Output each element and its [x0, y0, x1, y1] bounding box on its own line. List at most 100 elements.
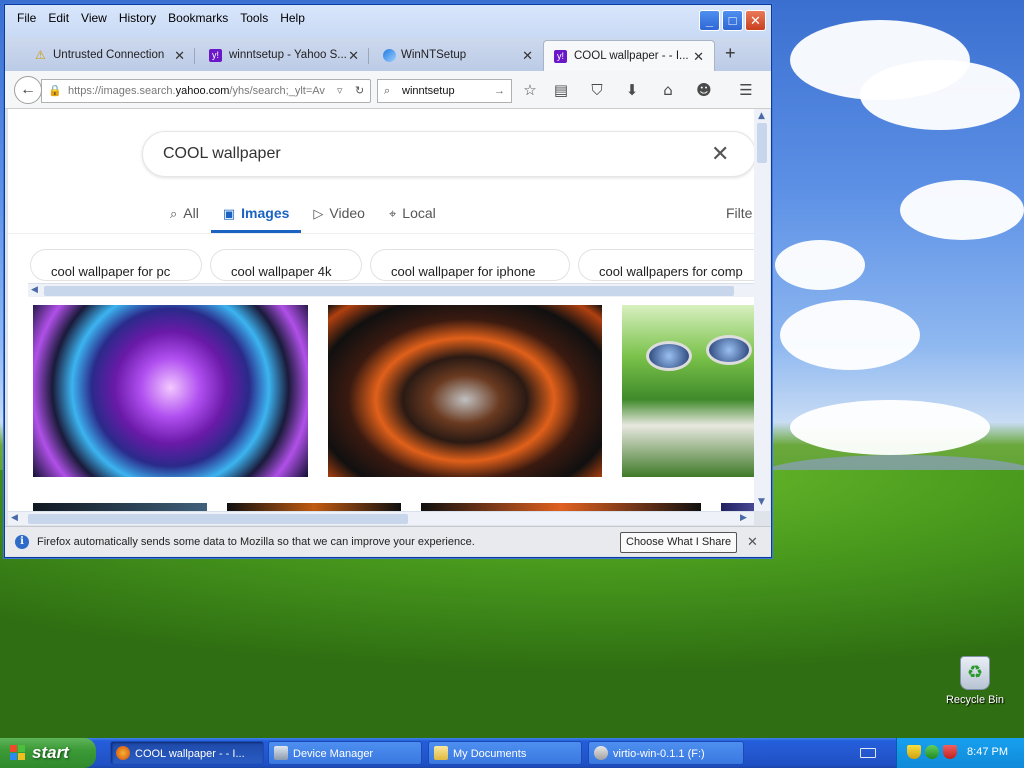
warning-icon: ⚠ — [35, 48, 46, 62]
filter-button[interactable]: Filte — [726, 205, 752, 221]
taskbar: start COOL wallpaper - - I... Device Man… — [0, 738, 1024, 768]
taskbar-button-label: Device Manager — [293, 748, 374, 760]
new-tab-button[interactable]: + — [725, 43, 736, 64]
suggestion-chip[interactable]: cool wallpapers for comp — [578, 249, 754, 281]
tab-label: All — [183, 205, 199, 221]
menu-view[interactable]: View — [75, 11, 113, 25]
url-dropdown-icon[interactable]: ▿ — [334, 80, 346, 102]
scrollbar-thumb[interactable] — [28, 514, 408, 524]
image-result[interactable] — [33, 503, 207, 511]
tab-close-icon[interactable]: ✕ — [522, 40, 533, 71]
image-result-purple-swirl[interactable] — [33, 305, 308, 477]
system-tray: 8:47 PM — [896, 738, 1024, 768]
chips-scrollbar[interactable]: ◀ — [28, 283, 754, 297]
suggestion-chip[interactable]: cool wallpaper for iphone — [370, 249, 570, 281]
vertical-scrollbar[interactable]: ▲ ▼ — [754, 109, 770, 511]
downloads-icon[interactable]: ⬇ — [623, 81, 641, 99]
home-icon[interactable]: ⌂ — [659, 81, 677, 99]
taskbar-button-virtio-drive[interactable]: virtio-win-0.1.1 (F:) — [588, 741, 744, 765]
search-bar-value: winntsetup — [402, 85, 455, 97]
bookmark-star-icon[interactable]: ☆ — [521, 81, 539, 99]
menu-help[interactable]: Help — [274, 11, 311, 25]
clear-search-icon[interactable]: ✕ — [711, 132, 729, 176]
close-window-button[interactable]: ✕ — [745, 10, 766, 31]
image-result[interactable] — [421, 503, 701, 511]
url-bar[interactable]: 🔒 https://images.search.yahoo.com/yhs/se… — [41, 79, 371, 103]
drive-icon — [594, 746, 608, 760]
cloud — [780, 300, 920, 370]
taskbar-button-firefox[interactable]: COOL wallpaper - - I... — [110, 741, 264, 765]
cloud — [900, 180, 1024, 240]
maximize-button[interactable]: □ — [722, 10, 743, 31]
search-bar[interactable]: ⌕ winntsetup → — [377, 79, 512, 103]
menu-file[interactable]: File — [11, 11, 42, 25]
menu-tools[interactable]: Tools — [234, 11, 274, 25]
navigation-toolbar: 🔒 https://images.search.yahoo.com/yhs/se… — [5, 71, 771, 109]
image-result[interactable] — [227, 503, 401, 511]
minimize-icon: _ — [705, 13, 714, 28]
recycle-bin[interactable]: Recycle Bin — [944, 656, 1006, 706]
menu-history[interactable]: History — [113, 11, 162, 25]
open-menu-icon[interactable]: ☰ — [737, 81, 755, 99]
taskbar-button-device-manager[interactable]: Device Manager — [268, 741, 422, 765]
tab-all[interactable]: ⌕ All — [158, 199, 211, 233]
scroll-up-icon[interactable]: ▲ — [758, 111, 765, 121]
maximize-icon: □ — [728, 13, 737, 28]
scrollbar-thumb[interactable] — [44, 286, 734, 296]
scroll-right-icon[interactable]: ▶ — [740, 513, 747, 523]
menu-bookmarks[interactable]: Bookmarks — [162, 11, 234, 25]
bookmarks-menu-icon[interactable]: ▤ — [552, 81, 570, 99]
keyboard-icon[interactable] — [860, 748, 876, 758]
tab-local[interactable]: ⌖ Local — [377, 199, 448, 233]
pocket-icon[interactable]: ⛉ — [588, 81, 606, 99]
minimize-button[interactable]: _ — [699, 10, 720, 31]
yahoo-icon: y! — [209, 49, 222, 62]
suggestion-chip[interactable]: cool wallpaper for pc — [30, 249, 202, 281]
scroll-left-icon[interactable]: ◀ — [11, 513, 18, 523]
back-button[interactable]: ← — [14, 76, 42, 104]
tab-close-icon[interactable]: ✕ — [348, 40, 359, 71]
image-result[interactable] — [721, 503, 754, 511]
close-icon: ✕ — [750, 13, 761, 28]
tab-video[interactable]: ▷ Video — [301, 199, 377, 233]
play-icon: ▷ — [313, 207, 324, 222]
page-search-input[interactable]: COOL wallpaper ✕ — [142, 131, 754, 177]
choose-what-i-share-button[interactable]: Choose What I Share — [620, 532, 738, 553]
network-icon[interactable] — [925, 745, 939, 759]
tab-label: Images — [241, 205, 290, 221]
scroll-down-icon[interactable]: ▼ — [758, 497, 765, 507]
tab-strip: ⚠ Untrusted Connection ✕ y! winntsetup -… — [5, 37, 771, 71]
tab-images[interactable]: ▣ Images — [210, 199, 302, 233]
start-button[interactable]: start — [0, 738, 96, 768]
image-result-green-mushroom[interactable] — [622, 305, 754, 477]
menu-edit[interactable]: Edit — [42, 11, 75, 25]
query-text: COOL wallpaper — [163, 145, 281, 162]
tab-winntsetup-yahoo[interactable]: y! winntsetup - Yahoo S... ✕ — [195, 40, 369, 71]
taskbar-button-my-documents[interactable]: My Documents — [428, 741, 582, 765]
notification-text: Firefox automatically sends some data to… — [37, 536, 475, 548]
search-go-icon[interactable]: → — [494, 80, 505, 102]
sunglasses-lens — [646, 341, 692, 371]
lock-icon: 🔒 — [48, 84, 62, 97]
security-shield-icon[interactable] — [907, 745, 921, 759]
scroll-left-icon[interactable]: ◀ — [31, 285, 38, 295]
suggestion-chip[interactable]: cool wallpaper 4k — [210, 249, 362, 281]
taskbar-button-label: virtio-win-0.1.1 (F:) — [613, 748, 705, 760]
tab-label: WinNTSetup — [401, 49, 467, 61]
notification-close-icon[interactable]: ✕ — [747, 527, 758, 557]
tab-cool-wallpaper[interactable]: y! COOL wallpaper - - I... ✕ — [543, 40, 715, 71]
image-result-orange-abstract[interactable] — [328, 305, 602, 477]
data-collection-notification: i Firefox automatically sends some data … — [5, 526, 771, 556]
tab-close-icon[interactable]: ✕ — [693, 41, 704, 71]
warning-shield-icon[interactable] — [943, 745, 957, 759]
tab-close-icon[interactable]: ✕ — [174, 40, 185, 71]
feedback-icon[interactable]: ☻ — [695, 81, 713, 99]
scrollbar-thumb[interactable] — [757, 123, 767, 163]
recycle-bin-label: Recycle Bin — [945, 694, 1005, 706]
url-suffix: /yhs/search;_ylt=Av — [229, 85, 325, 97]
reload-icon[interactable]: ↻ — [352, 80, 368, 102]
tab-untrusted-connection[interactable]: ⚠ Untrusted Connection ✕ — [9, 40, 195, 71]
recycle-bin-icon — [960, 656, 990, 690]
tab-winntsetup[interactable]: WinNTSetup ✕ — [369, 40, 543, 71]
horizontal-scrollbar[interactable]: ◀ ▶ — [8, 511, 754, 525]
